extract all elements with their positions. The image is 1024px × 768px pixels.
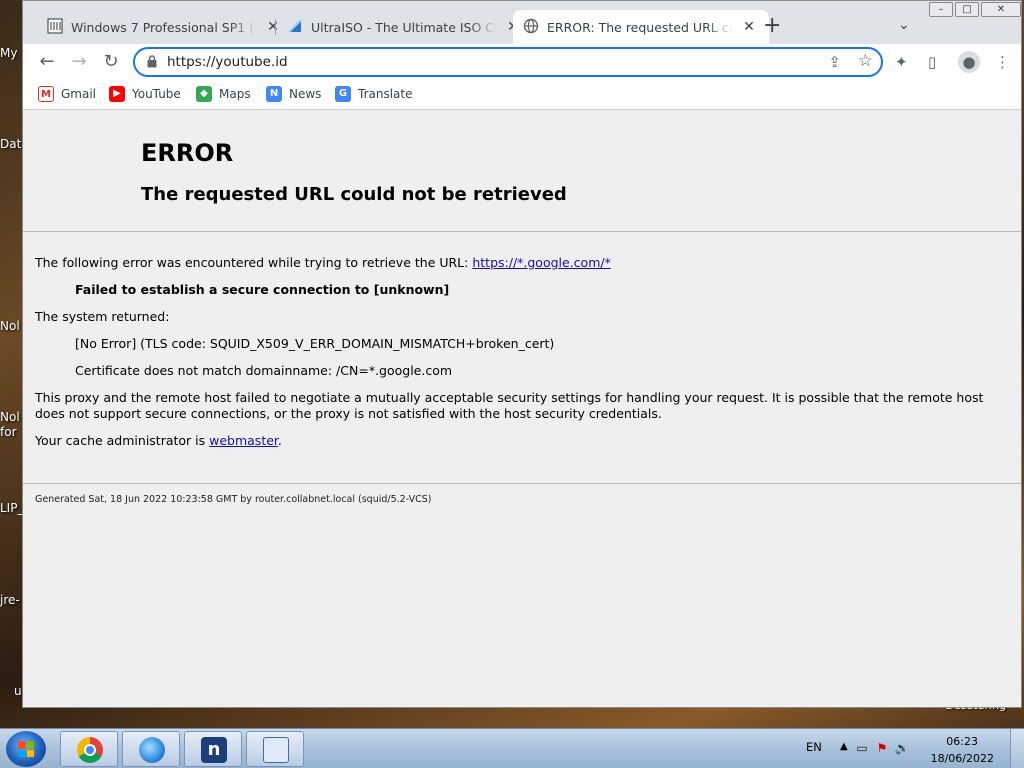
tab-windows7[interactable]: Windows 7 Professional SP1 (Italian) ✕ (37, 10, 293, 44)
intro-paragraph: The following error was encountered whil… (35, 255, 1011, 271)
display-tray-icon[interactable]: ▭ (854, 741, 870, 755)
lock-icon[interactable] (147, 55, 157, 68)
intro-text: The following error was encountered whil… (35, 255, 473, 270)
new-tab-button[interactable]: + (763, 15, 781, 37)
certificate-message: Certificate does not match domainname: /… (75, 363, 453, 378)
globe-tab-icon (523, 18, 539, 37)
bookmark-youtube[interactable]: ▶ YouTube (109, 86, 181, 102)
network-app-taskbar-icon[interactable]: n (184, 731, 242, 767)
side-panel-icon[interactable]: ▯ (928, 53, 936, 71)
control-panel-taskbar-icon[interactable] (246, 731, 304, 767)
error-header: ERROR The requested URL could not be ret… (23, 111, 1021, 232)
close-window-button[interactable]: ✕ (981, 2, 1021, 17)
explanation-paragraph: This proxy and the remote host failed to… (35, 390, 984, 421)
tab-separator (275, 19, 276, 35)
chrome-taskbar-icon[interactable] (60, 731, 118, 767)
generated-footer: Generated Sat, 18 Jun 2022 10:23:58 GMT … (35, 494, 432, 505)
network-error-tray-icon[interactable]: ⚑ (874, 741, 890, 755)
bookmark-label: News (289, 87, 322, 101)
bookmark-label: Maps (219, 87, 251, 101)
address-url[interactable]: https://youtube.id (167, 54, 288, 70)
desktop-icon-label[interactable]: Nol (0, 319, 22, 333)
bookmark-gmail[interactable]: M Gmail (38, 86, 96, 102)
start-button[interactable] (6, 731, 46, 767)
browser-toolbar: ← → ↻ https://youtube.id ⇪ ☆ ✦ ▯ ● ⋮ (23, 44, 1021, 80)
window-controls: – □ ✕ (929, 2, 1021, 17)
desktop-icon-label[interactable]: My (0, 46, 22, 60)
translate-icon: G (335, 86, 351, 102)
bookmarks-bar: M Gmail ▶ YouTube ◆ Maps N News G Transl… (23, 80, 1021, 110)
tab-strip: Windows 7 Professional SP1 (Italian) ✕ U… (23, 1, 1021, 44)
windows-tab-icon (47, 18, 63, 37)
close-tab-icon[interactable]: ✕ (741, 19, 757, 35)
control-panel-icon (263, 737, 289, 763)
tab-title: UltraISO - The Ultimate ISO CD/DVD (311, 19, 497, 35)
tls-error-code: [No Error] (TLS code: SQUID_X509_V_ERR_D… (75, 336, 555, 351)
error-body: The following error was encountered whil… (35, 255, 1011, 460)
tab-ultraiso[interactable]: UltraISO - The Ultimate ISO CD/DVD ✕ (277, 10, 533, 44)
show-desktop-button[interactable] (1010, 729, 1024, 768)
n-app-icon: n (201, 737, 227, 763)
bookmark-label: Translate (358, 87, 413, 101)
desktop-icon-label[interactable]: Dat (0, 137, 22, 151)
system-returned-label: The system returned: (35, 309, 170, 324)
error-url-link[interactable]: https://*.google.com/* (472, 255, 611, 270)
chrome-icon-center (84, 744, 96, 756)
address-bar[interactable]: https://youtube.id ⇪ ☆ (133, 47, 883, 77)
tab-search-button[interactable]: ⌄ (898, 17, 910, 33)
bookmark-maps[interactable]: ◆ Maps (196, 86, 251, 102)
desktop-icon-label[interactable]: LIP_ (0, 501, 22, 515)
bookmark-label: YouTube (132, 87, 181, 101)
tab-title: Windows 7 Professional SP1 (Italian) (71, 19, 257, 35)
windows-logo-icon (18, 741, 34, 757)
admin-paragraph: Your cache administrator is webmaster. (35, 433, 1011, 449)
footer-divider (23, 483, 1021, 484)
maximize-button[interactable]: □ (955, 2, 979, 17)
bookmark-news[interactable]: N News (266, 86, 321, 102)
clock-date[interactable]: 18/06/2022 (931, 752, 994, 765)
menu-kebab-icon[interactable]: ⋮ (995, 53, 1010, 71)
share-icon[interactable]: ⇪ (828, 53, 841, 71)
reload-button[interactable]: ↻ (100, 51, 122, 73)
bookmark-translate[interactable]: G Translate (335, 86, 413, 102)
desktop-icon-label[interactable]: jre- (0, 593, 22, 607)
language-indicator[interactable]: EN (806, 740, 822, 754)
gmail-icon: M (38, 86, 54, 102)
profile-avatar-icon[interactable]: ● (958, 51, 980, 73)
admin-suffix: . (277, 433, 282, 448)
show-hidden-icons-icon[interactable]: ▲ (840, 741, 848, 752)
internet-explorer-icon (139, 737, 165, 763)
error-title: ERROR (141, 139, 234, 167)
tab-error-page[interactable]: ERROR: The requested URL could not be re… (513, 10, 769, 44)
back-button[interactable]: ← (36, 51, 58, 73)
news-icon: N (266, 86, 282, 102)
webmaster-link[interactable]: webmaster (209, 433, 278, 448)
youtube-icon: ▶ (109, 86, 125, 102)
ie-taskbar-icon[interactable] (122, 731, 180, 767)
volume-tray-icon[interactable]: 🔈 (894, 741, 910, 755)
desktop-icon-label[interactable]: for (0, 425, 22, 439)
maps-icon: ◆ (196, 86, 212, 102)
bookmark-star-icon[interactable]: ☆ (858, 51, 873, 71)
taskbar: n EN ▲ ▭ ⚑ 🔈 06:23 18/06/2022 (0, 728, 1024, 768)
forward-button[interactable]: → (68, 51, 90, 73)
desktop-icon-label[interactable]: Nol (0, 410, 22, 424)
bookmark-label: Gmail (61, 87, 97, 101)
system-tray: EN ▲ ▭ ⚑ 🔈 06:23 18/06/2022 (794, 729, 1024, 768)
extensions-icon[interactable]: ✦ (895, 53, 908, 71)
failure-message: Failed to establish a secure connection … (75, 282, 450, 297)
error-subtitle: The requested URL could not be retrieved (141, 184, 567, 205)
tab-title: ERROR: The requested URL could not be re… (547, 19, 733, 35)
minimize-button[interactable]: – (929, 2, 953, 17)
ultraiso-tab-icon (287, 18, 303, 37)
error-page: ERROR The requested URL could not be ret… (23, 111, 1021, 707)
clock-time[interactable]: 06:23 (946, 735, 978, 748)
browser-window: Windows 7 Professional SP1 (Italian) ✕ U… (22, 0, 1022, 708)
admin-text: Your cache administrator is (35, 433, 210, 448)
